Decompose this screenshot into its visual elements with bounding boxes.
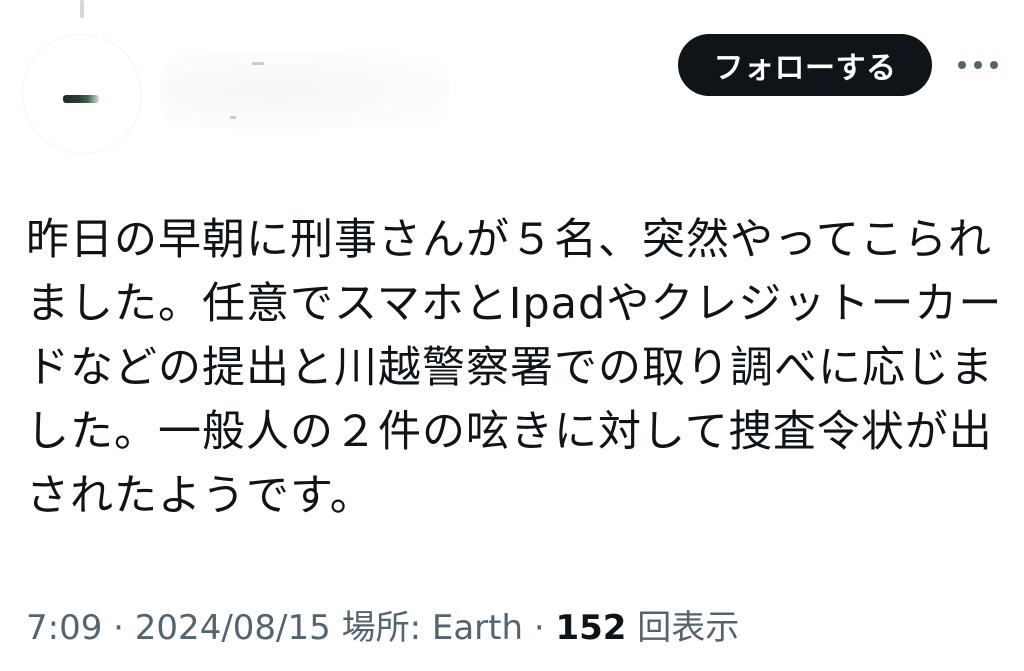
tweet-text: 昨日の早朝に刑事さんが５名、突然やってこられ ました。任意でスマホとIpadやク… bbox=[26, 208, 1003, 528]
separator: · bbox=[523, 608, 556, 648]
thread-connector-line bbox=[80, 0, 84, 18]
views-count: 152 bbox=[555, 608, 627, 648]
more-dot bbox=[958, 61, 966, 69]
redaction-artifact bbox=[252, 62, 264, 65]
tweet-text-line: されたようです。 bbox=[26, 471, 374, 521]
follow-button[interactable]: フォローする bbox=[678, 34, 932, 96]
tweet-date[interactable]: 2024/08/15 bbox=[135, 608, 331, 648]
separator: · bbox=[102, 608, 135, 648]
more-dot bbox=[974, 61, 982, 69]
author-identity-redacted bbox=[160, 52, 450, 130]
tweet-location: 場所: Earth bbox=[341, 608, 524, 648]
tweet-text-line: ました。任意でスマホとIpadやクレジットーカー bbox=[26, 279, 1003, 329]
tweet-text-line: 昨日の早朝に刑事さんが５名、突然やってこられ bbox=[26, 215, 992, 265]
tweet-text-line: した。一般人の２件の呟きに対して捜査令状が出 bbox=[26, 407, 993, 457]
more-horizontal-icon[interactable] bbox=[958, 58, 998, 72]
more-dot bbox=[990, 61, 998, 69]
tweet-text-line: ドなどの提出と川越警察署での取り調べに応じま bbox=[26, 343, 994, 393]
redaction-artifact bbox=[230, 116, 236, 119]
tweet-time[interactable]: 7:09 bbox=[26, 608, 102, 648]
views-label: 回表示 bbox=[637, 608, 740, 648]
avatar-image-fragment bbox=[63, 95, 99, 103]
tweet-metadata: 7:09 · 2024/08/15 場所: Earth · 152 回表示 bbox=[26, 604, 739, 652]
avatar[interactable] bbox=[22, 34, 142, 154]
